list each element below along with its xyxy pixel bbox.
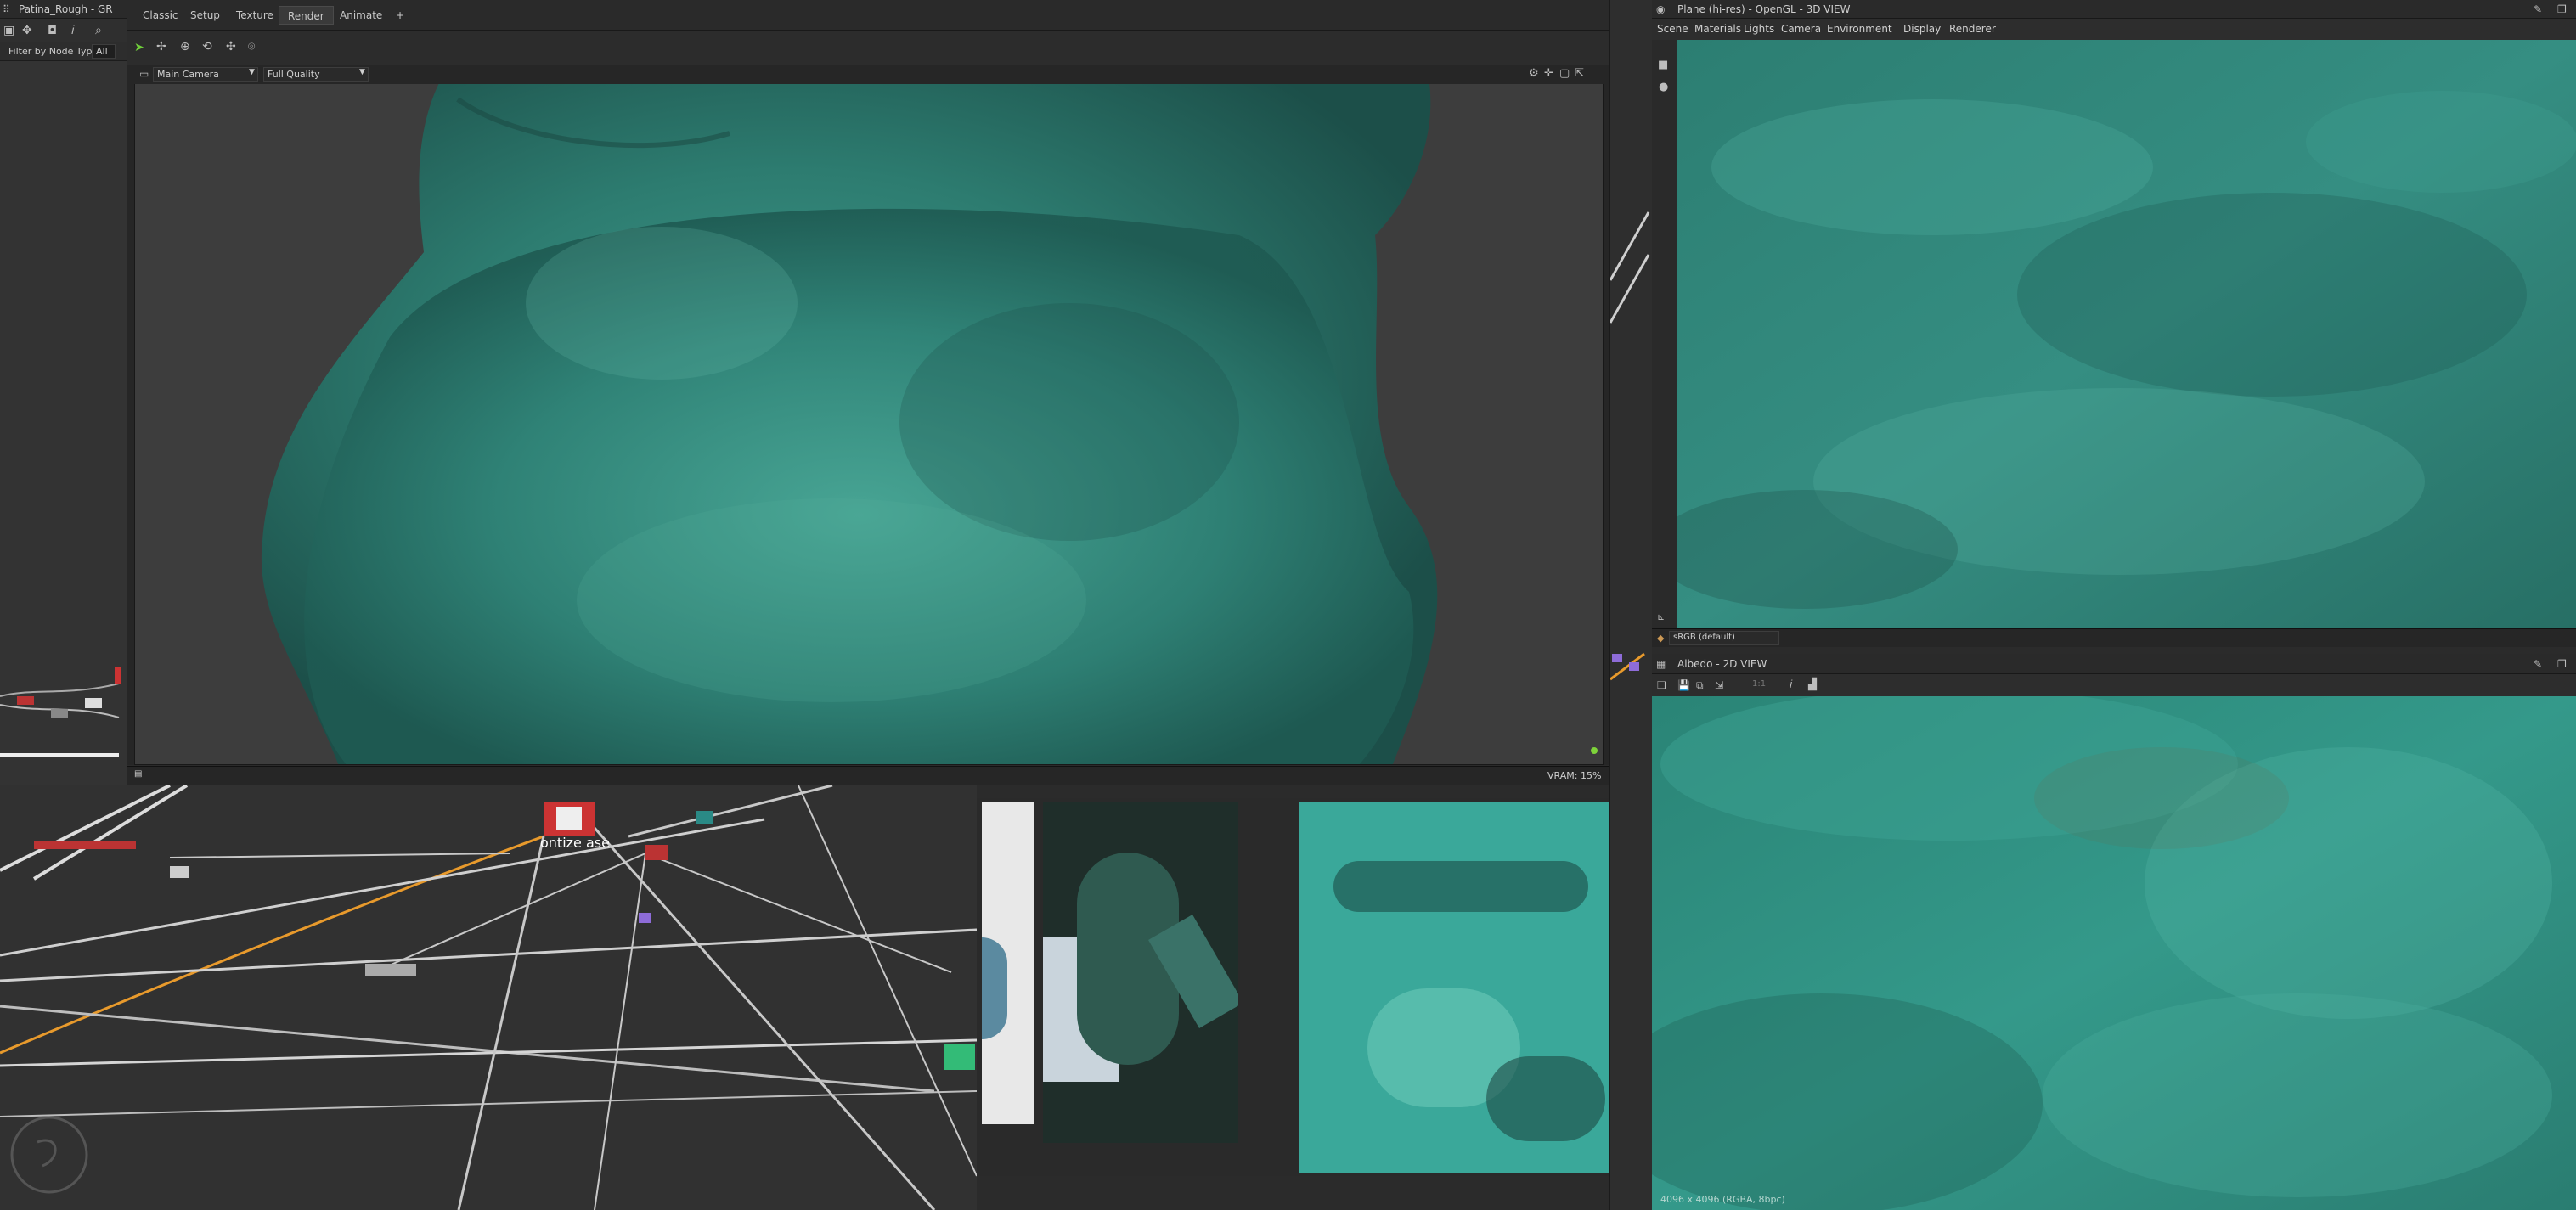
light-bulb-icon[interactable]: ● bbox=[1659, 81, 1668, 94]
rotate-icon[interactable]: ⟲ bbox=[202, 40, 212, 53]
graph-toolbar: ▣ ✥ ◘ 𝑖 ⌕ bbox=[0, 19, 127, 42]
select-arrow-icon[interactable]: ➤ bbox=[134, 41, 144, 54]
pin-icon[interactable]: ✎ bbox=[2534, 657, 2542, 671]
camera-select[interactable]: Main Camera bbox=[153, 67, 258, 82]
window-title: Patina_Rough - GR bbox=[19, 3, 113, 15]
tab-texture[interactable]: Texture bbox=[228, 6, 282, 25]
view2d-icon: ▦ bbox=[1656, 658, 1666, 670]
filter-label: Filter by Node Type: bbox=[8, 46, 101, 57]
color-space-select[interactable]: sRGB (default) bbox=[1669, 631, 1779, 645]
info-icon[interactable]: 𝑖 bbox=[1790, 678, 1792, 692]
right-panel-strip bbox=[1609, 0, 1652, 1210]
reference-image-partial[interactable] bbox=[982, 802, 1034, 1124]
viewport-toolbar: ➤ ✢ ⊕ ⟲ ✣ ⌾ bbox=[127, 31, 1609, 65]
frame-icon[interactable]: ▣ bbox=[3, 24, 14, 37]
albedo-texture bbox=[1652, 696, 2576, 1210]
graph-title-bar: ⠿ Patina_Rough - GR bbox=[0, 0, 127, 19]
view2d-title: Albedo - 2D VIEW bbox=[1677, 658, 1767, 670]
menu-renderer[interactable]: Renderer bbox=[1949, 23, 1996, 35]
reference-image-patina-texture[interactable] bbox=[1299, 802, 1617, 1173]
menu-scene[interactable]: Scene bbox=[1657, 23, 1688, 35]
reference-image-area bbox=[977, 798, 1622, 1176]
view3d-status-bar: ◆ sRGB (default) bbox=[1652, 628, 2576, 647]
strip-wires bbox=[1609, 211, 1650, 681]
menu-display[interactable]: Display bbox=[1903, 23, 1941, 35]
view3d-viewport[interactable] bbox=[1677, 40, 2576, 628]
zoom-icon[interactable]: ⇲ bbox=[1715, 678, 1723, 692]
pin-icon[interactable]: ✎ bbox=[2534, 3, 2542, 16]
copy-icon[interactable]: ❏ bbox=[1657, 678, 1666, 692]
workspace-tab-bar: Classic Setup Texture Render Animate + ❐… bbox=[127, 0, 1641, 31]
view3d-menu-bar: Scene Materials Lights Camera Environmen… bbox=[1652, 19, 2576, 40]
popout-icon[interactable]: ⇱ bbox=[1575, 67, 1584, 81]
tab-animate[interactable]: Animate bbox=[331, 6, 391, 25]
texture-resolution: 4096 x 4096 (RGBA, 8bpc) bbox=[1660, 1194, 1785, 1205]
maximize-icon[interactable]: ▢ bbox=[1559, 67, 1570, 81]
viewport-header-bar: ▭ Main Camera ▼ Full Quality ▼ ⚙ ✛ ▢ ⇱ bbox=[134, 65, 1604, 84]
save-icon[interactable]: 💾 bbox=[1677, 678, 1690, 692]
left-node-cluster[interactable] bbox=[0, 645, 127, 773]
graph-menu-icon[interactable]: ⠿ bbox=[3, 3, 10, 16]
video-camera-icon[interactable]: ■ bbox=[1658, 59, 1668, 72]
camera-icon[interactable]: ▭ bbox=[139, 67, 149, 81]
menu-camera[interactable]: Camera bbox=[1781, 23, 1821, 35]
filter-row: Filter by Node Type: All bbox=[0, 42, 127, 61]
light-gizmo-icon[interactable]: ⌾ bbox=[248, 40, 255, 53]
view2d-title-bar: ▦ Albedo - 2D VIEW ✎ ❐ bbox=[1652, 654, 2576, 674]
gear-icon[interactable]: ⚙ bbox=[1529, 67, 1539, 81]
menu-lights[interactable]: Lights bbox=[1744, 23, 1774, 35]
vram-readout: VRAM: 15% bbox=[1547, 770, 1602, 781]
reference-image-statue-hand[interactable] bbox=[1043, 802, 1238, 1143]
statue-render bbox=[135, 65, 1603, 764]
status-dot bbox=[1591, 747, 1598, 754]
view3d-icon: ◉ bbox=[1656, 3, 1666, 15]
move-icon[interactable]: ✢ bbox=[156, 40, 166, 53]
node-graph-wires bbox=[0, 785, 977, 1210]
filter-select[interactable]: All bbox=[92, 44, 116, 59]
viewport-status-bar: ▤ VRAM: 15% bbox=[127, 766, 1609, 785]
zoom-value[interactable]: 1:1 bbox=[1752, 679, 1766, 689]
histogram-icon[interactable]: ▟ bbox=[1808, 678, 1817, 692]
node-label[interactable]: ontize ase bbox=[540, 835, 610, 851]
viewport-right-collapse[interactable] bbox=[1604, 65, 1609, 765]
tab-render[interactable]: Render bbox=[279, 6, 334, 25]
viewport-left-collapse[interactable] bbox=[127, 65, 134, 765]
main-viewport[interactable] bbox=[134, 65, 1604, 765]
maximize-icon[interactable]: ❐ bbox=[2557, 3, 2567, 16]
palette-icon[interactable]: ◆ bbox=[1657, 632, 1664, 645]
patina-plane-render bbox=[1677, 40, 2576, 628]
pan-icon[interactable]: ✥ bbox=[22, 24, 32, 37]
view2d-viewport[interactable]: 4096 x 4096 (RGBA, 8bpc) bbox=[1652, 696, 2576, 1210]
stack-icon[interactable]: ⧉ bbox=[1696, 678, 1704, 692]
info-icon[interactable]: 𝑖 bbox=[71, 24, 75, 37]
scale-icon[interactable]: ✣ bbox=[226, 40, 236, 53]
maximize-icon[interactable]: ❐ bbox=[2557, 657, 2567, 671]
view3d-title: Plane (hi-res) - OpenGL - 3D VIEW bbox=[1677, 3, 1851, 15]
app-root: ⠿ Patina_Rough - GR ▣ ✥ ◘ 𝑖 ⌕ Filter by … bbox=[0, 0, 2576, 1210]
menu-environment[interactable]: Environment bbox=[1827, 23, 1892, 35]
crosshair-icon[interactable]: ✛ bbox=[1544, 67, 1553, 81]
camera-icon[interactable]: ◘ bbox=[48, 24, 57, 37]
view3d-side-toolbar: ■ ● ⊾ bbox=[1652, 40, 1677, 628]
view2d-toolbar: ❏ 💾 ⧉ ⇲ 1:1 𝑖 ▟ bbox=[1652, 674, 2576, 696]
globe-icon[interactable]: ⊕ bbox=[180, 40, 190, 53]
grip-icon[interactable]: ▤ bbox=[134, 769, 142, 779]
tab-setup[interactable]: Setup bbox=[182, 6, 228, 25]
view3d-title-bar: ◉ Plane (hi-res) - OpenGL - 3D VIEW ✎ ❐ bbox=[1652, 0, 2576, 19]
tab-classic[interactable]: Classic bbox=[134, 6, 187, 25]
chevron-down-icon[interactable]: ▼ bbox=[359, 68, 365, 76]
quality-select[interactable]: Full Quality bbox=[263, 67, 369, 82]
chevron-down-icon[interactable]: ▼ bbox=[249, 68, 255, 76]
search-icon[interactable]: ⌕ bbox=[95, 24, 102, 37]
tab-add[interactable]: + bbox=[387, 6, 413, 25]
menu-materials[interactable]: Materials bbox=[1694, 23, 1741, 35]
axis-icon[interactable]: ⊾ bbox=[1657, 611, 1665, 624]
node-graph-canvas[interactable]: ontize ase bbox=[0, 785, 977, 1210]
